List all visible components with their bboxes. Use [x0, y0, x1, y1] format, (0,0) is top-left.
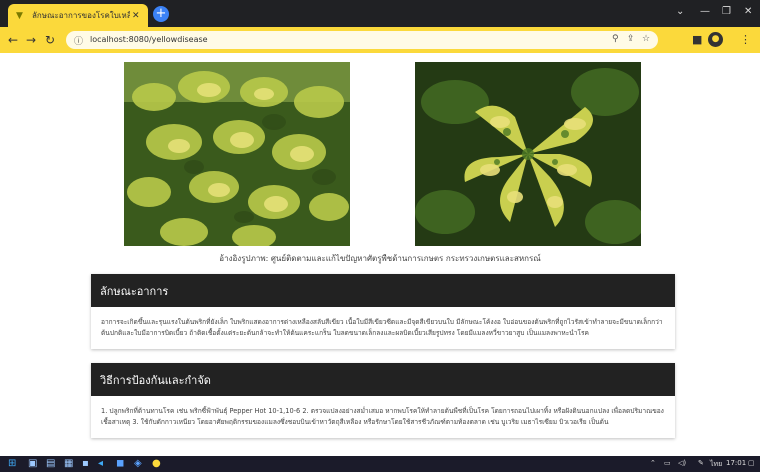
- site-info-icon[interactable]: ⓘ: [74, 34, 83, 47]
- notification-icon[interactable]: ▢: [748, 459, 755, 467]
- vscode-icon[interactable]: ◂: [98, 458, 103, 470]
- close-tab-icon[interactable]: ✕: [132, 11, 140, 21]
- url-text[interactable]: localhost:8080/yellowdisease: [90, 35, 208, 44]
- control-text: 1. ปลูกพริกที่ต้านทานโรค เช่น พริกซี้ฟ้า…: [101, 407, 664, 426]
- word-icon[interactable]: ◼: [116, 458, 124, 470]
- language-indicator[interactable]: ไทย: [710, 459, 722, 470]
- volume-icon[interactable]: ◁): [678, 459, 686, 467]
- symptoms-heading: ลักษณะอาการ: [91, 274, 675, 307]
- bookmark-star-icon[interactable]: ☆: [642, 34, 650, 44]
- extension-icon[interactable]: ■: [692, 33, 702, 46]
- address-bar[interactable]: ⓘ localhost:8080/yellowdisease ⚲ ⇪ ☆: [66, 31, 658, 49]
- reload-icon[interactable]: ↻: [45, 33, 55, 47]
- store-icon[interactable]: ▦: [64, 458, 73, 470]
- network-icon[interactable]: ▭: [664, 459, 671, 467]
- diseased-plant-photo-2: [415, 62, 641, 246]
- maximize-button[interactable]: ❐: [722, 6, 731, 17]
- tab-title: ลักษณะอาการของโรคใบเหลืองในพริก: [32, 11, 130, 20]
- control-heading: วิธีการป้องกันและกำจัด: [91, 363, 675, 396]
- chrome-icon[interactable]: ●: [152, 458, 161, 470]
- image-credit-caption: อ้างอิงรูปภาพ: ศูนย์ติดตามและแก้ไขปัญหาศ…: [219, 254, 541, 263]
- diseased-plant-photo-1: [124, 62, 350, 246]
- menu-dots-icon[interactable]: ⋮: [740, 33, 751, 46]
- control-card: วิธีการป้องกันและกำจัด 1. ปลูกพริกที่ต้า…: [91, 363, 675, 438]
- task-view-icon[interactable]: ▣: [28, 458, 37, 470]
- clock[interactable]: 17:01: [726, 459, 746, 467]
- symptoms-card: ลักษณะอาการ อาการจะเกิดขึ้นและรุนแรงในต้…: [91, 274, 675, 349]
- taskbar: ⊞ ▣ ▤ ▦ ▪ ◂ ◼ ◈ ● ⌃ ▭ ◁) ✎ ไทย 17:01 ▢: [0, 456, 760, 472]
- windows-start-icon[interactable]: ⊞: [8, 458, 16, 470]
- browser-tab[interactable]: ▼ ลักษณะอาการของโรคใบเหลืองในพริก ✕: [8, 4, 148, 27]
- symptoms-text: อาการจะเกิดขึ้นและรุนแรงในต้นพริกที่ยังเ…: [101, 318, 663, 337]
- minimize-button[interactable]: —: [700, 6, 710, 17]
- file-explorer-icon[interactable]: ▤: [46, 458, 55, 470]
- tab-search-icon[interactable]: ⌄: [676, 6, 684, 17]
- new-tab-button[interactable]: +: [153, 6, 169, 22]
- zoom-icon[interactable]: ⚲: [612, 34, 619, 44]
- close-window-button[interactable]: ✕: [744, 6, 752, 17]
- share-icon[interactable]: ⇪: [627, 34, 635, 44]
- forward-arrow-icon[interactable]: →: [26, 33, 36, 47]
- tray-chevron-icon[interactable]: ⌃: [650, 459, 656, 467]
- browser-titlebar: ▼ ลักษณะอาการของโรคใบเหลืองในพริก ✕ + ⌄ …: [0, 0, 760, 27]
- favicon-icon: ▼: [16, 10, 23, 21]
- mail-icon[interactable]: ▪: [82, 458, 89, 470]
- pen-icon[interactable]: ✎: [698, 459, 704, 467]
- edge-icon[interactable]: ◈: [134, 458, 142, 470]
- profile-avatar[interactable]: ●: [708, 32, 723, 47]
- address-toolbar: ← → ↻ ⓘ localhost:8080/yellowdisease ⚲ ⇪…: [0, 27, 760, 53]
- back-arrow-icon[interactable]: ←: [8, 33, 18, 47]
